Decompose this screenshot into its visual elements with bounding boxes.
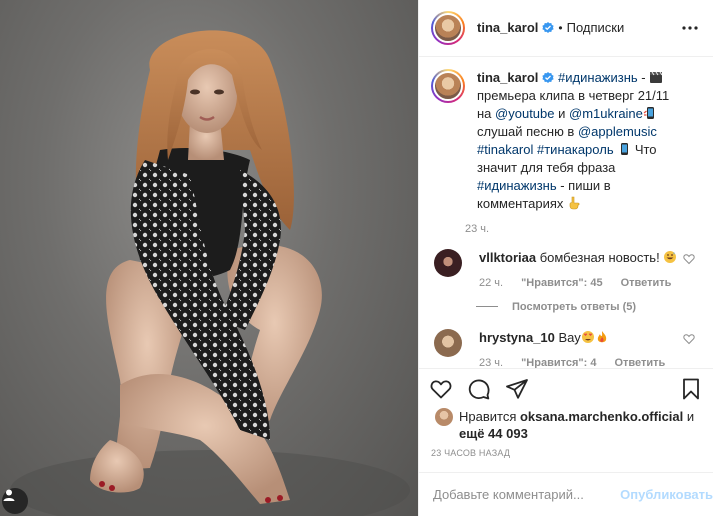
mention-link[interactable]: @applemusic: [578, 124, 657, 139]
phone-emoji: [643, 106, 654, 119]
hashtag-link[interactable]: #tinakarol: [477, 142, 533, 157]
comment-like-heart-icon[interactable]: [683, 333, 695, 345]
mention-link[interactable]: @m1ukraine: [569, 106, 643, 121]
commenter-avatar[interactable]: [434, 248, 462, 277]
liker-avatar[interactable]: [435, 408, 453, 427]
liker-username[interactable]: oksana.marchenko.official: [520, 409, 683, 424]
post-actions-bar: [419, 368, 713, 408]
replies-line: [476, 306, 498, 308]
comment-likes[interactable]: "Нравится": 45: [521, 277, 602, 289]
comment-time[interactable]: 22 ч.: [479, 277, 503, 289]
comment-icon: [468, 379, 490, 400]
heart-icon: [430, 380, 452, 399]
post-modal: tina_karol • Подписки tina_karol #идинаж…: [0, 0, 713, 516]
commenter-username[interactable]: vllktoriaa: [479, 250, 536, 265]
comment-button[interactable]: [467, 377, 491, 401]
hashtag-link[interactable]: #идинажизнь: [558, 70, 638, 85]
comments-scroll-area[interactable]: tina_karol #идинажизнь - премьера клипа …: [419, 57, 713, 368]
author-avatar[interactable]: [431, 10, 465, 45]
caption-text: tina_karol #идинажизнь - премьера клипа …: [477, 69, 670, 211]
verified-badge-icon: [542, 21, 555, 33]
post-side-panel: tina_karol • Подписки tina_karol #идинаж…: [418, 0, 713, 516]
comment-item: vllktoriaa бомбезная новость! 22 ч. "Нра…: [431, 248, 699, 289]
user-icon: [3, 489, 15, 501]
phone-emoji: [621, 142, 629, 155]
hashtag-link[interactable]: #идинажизнь: [477, 178, 557, 193]
verified-badge-icon: [542, 71, 555, 83]
more-horizontal-icon: [682, 26, 698, 30]
reply-button[interactable]: Ответить: [621, 277, 672, 289]
tagged-users-button[interactable]: [2, 488, 28, 514]
post-timestamp[interactable]: 23 ЧАСОВ НАЗАД: [419, 442, 713, 458]
following-button[interactable]: Подписки: [567, 20, 625, 35]
caption-timestamp[interactable]: 23 ч.: [465, 223, 687, 235]
add-comment-bar: Опубликовать: [419, 472, 713, 516]
commenter-username[interactable]: hrystyna_10: [479, 330, 555, 345]
comment-meta: 23 ч. "Нравится": 4 Ответить: [479, 357, 679, 368]
mention-link[interactable]: @youtube: [495, 106, 554, 121]
comment-like-heart-icon[interactable]: [683, 253, 695, 265]
likes-summary: Нравится oksana.marchenko.official и ещё…: [419, 408, 713, 442]
caption-username[interactable]: tina_karol: [477, 70, 538, 85]
photo-illustration: [10, 30, 410, 516]
share-button[interactable]: [505, 377, 529, 401]
post-photo[interactable]: [0, 0, 418, 516]
post-header: tina_karol • Подписки: [419, 0, 713, 57]
likes-count[interactable]: ещё 44 093: [459, 426, 528, 441]
grinning-sweat-emoji: [664, 250, 677, 263]
comment-input[interactable]: [433, 487, 621, 502]
like-button[interactable]: [429, 377, 453, 401]
save-button[interactable]: [679, 377, 703, 401]
comment-text: vllktoriaa бомбезная новость!: [479, 249, 679, 267]
author-username[interactable]: tina_karol: [477, 20, 538, 35]
comment-text: hrystyna_10 Вау: [479, 329, 679, 347]
hashtag-link[interactable]: #тинакароль: [537, 142, 614, 157]
heart-eyes-emoji: [581, 330, 594, 343]
commenter-avatar[interactable]: [434, 328, 462, 357]
comment-item: hrystyna_10 Вау 23 ч. "Нравится": 4 Отве…: [431, 328, 699, 368]
caption-author-avatar[interactable]: [431, 68, 465, 103]
clapperboard-emoji: [650, 71, 663, 83]
bookmark-icon: [683, 378, 699, 400]
post-caption: tina_karol #идинажизнь - премьера клипа …: [431, 68, 699, 235]
pointing-down-emoji: [569, 196, 580, 210]
reply-button[interactable]: Ответить: [614, 357, 665, 368]
separator-dot: •: [558, 20, 563, 35]
more-options-button[interactable]: [681, 19, 699, 37]
comment-time[interactable]: 23 ч.: [479, 357, 503, 368]
share-icon: [506, 378, 528, 399]
comment-likes[interactable]: "Нравится": 4: [521, 357, 596, 368]
fire-emoji: [597, 330, 606, 343]
view-replies-button[interactable]: Посмотреть ответы (5): [476, 301, 699, 313]
publish-button[interactable]: Опубликовать: [620, 487, 713, 502]
comment-meta: 22 ч. "Нравится": 45 Ответить: [479, 277, 679, 289]
